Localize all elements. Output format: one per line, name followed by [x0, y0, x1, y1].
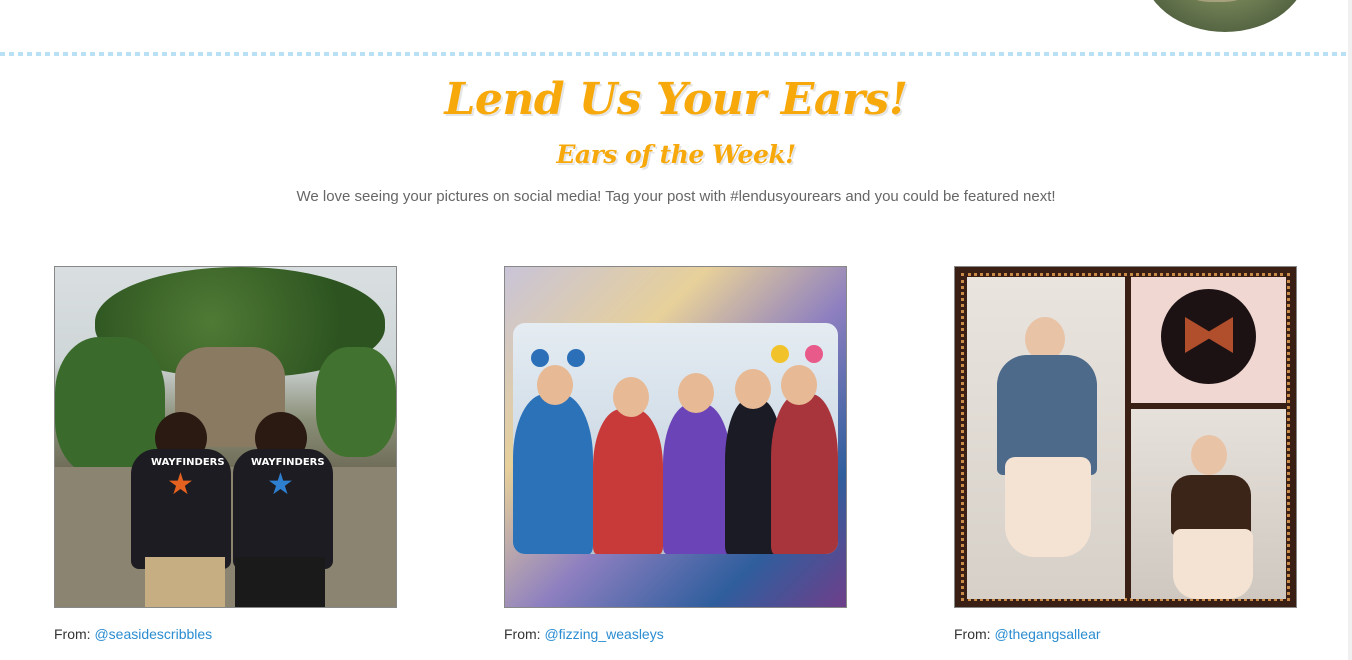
star-icon: ★ — [167, 467, 194, 502]
collage-panel — [1131, 409, 1286, 599]
dotted-divider — [0, 52, 1352, 56]
face — [1191, 435, 1227, 475]
post-photo[interactable]: WAYFINDERS WAYFINDERS ★ ★ — [54, 266, 397, 608]
collage-panel — [967, 277, 1125, 599]
bush — [316, 347, 396, 457]
from-label: From: — [54, 626, 91, 642]
from-label: From: — [504, 626, 541, 642]
group-photo — [513, 323, 838, 554]
face — [781, 365, 817, 405]
post-card: From: @thegangsallear — [954, 266, 1297, 642]
face — [678, 373, 714, 413]
section-tagline: We love seeing your pictures on social m… — [296, 188, 1056, 205]
from-label: From: — [954, 626, 991, 642]
post-card: WAYFINDERS WAYFINDERS ★ ★ From: @seaside… — [54, 266, 397, 642]
person — [663, 404, 731, 554]
featured-circle-photo — [1142, 0, 1308, 32]
mouse-ear — [567, 349, 585, 367]
mouse-ear — [531, 349, 549, 367]
face — [735, 369, 771, 409]
post-credit: From: @thegangsallear — [954, 626, 1297, 642]
author-link[interactable]: @thegangsallear — [994, 626, 1100, 642]
post-credit: From: @fizzing_weasleys — [504, 626, 847, 642]
shirt — [1171, 475, 1251, 535]
post-photo[interactable] — [954, 266, 1297, 608]
section-title: Lend Us Your Ears! — [444, 74, 908, 125]
person — [513, 394, 593, 554]
person — [771, 394, 838, 554]
collage-panel — [1131, 277, 1286, 403]
face — [537, 365, 573, 405]
section-subtitle: Ears of the Week! — [556, 140, 796, 169]
skirt — [1005, 457, 1091, 557]
face — [613, 377, 649, 417]
skirt — [1173, 529, 1253, 599]
author-link[interactable]: @fizzing_weasleys — [544, 626, 663, 642]
author-link[interactable]: @seasidescribbles — [94, 626, 212, 642]
skirt — [235, 557, 325, 607]
person — [593, 409, 663, 554]
post-credit: From: @seasidescribbles — [54, 626, 397, 642]
top-band — [0, 0, 1352, 52]
mouse-ear — [771, 345, 789, 363]
mouse-ear — [805, 345, 823, 363]
post-card: From: @fizzing_weasleys — [504, 266, 847, 642]
post-photo[interactable] — [504, 266, 847, 608]
star-icon: ★ — [267, 467, 294, 502]
shorts — [145, 557, 225, 607]
